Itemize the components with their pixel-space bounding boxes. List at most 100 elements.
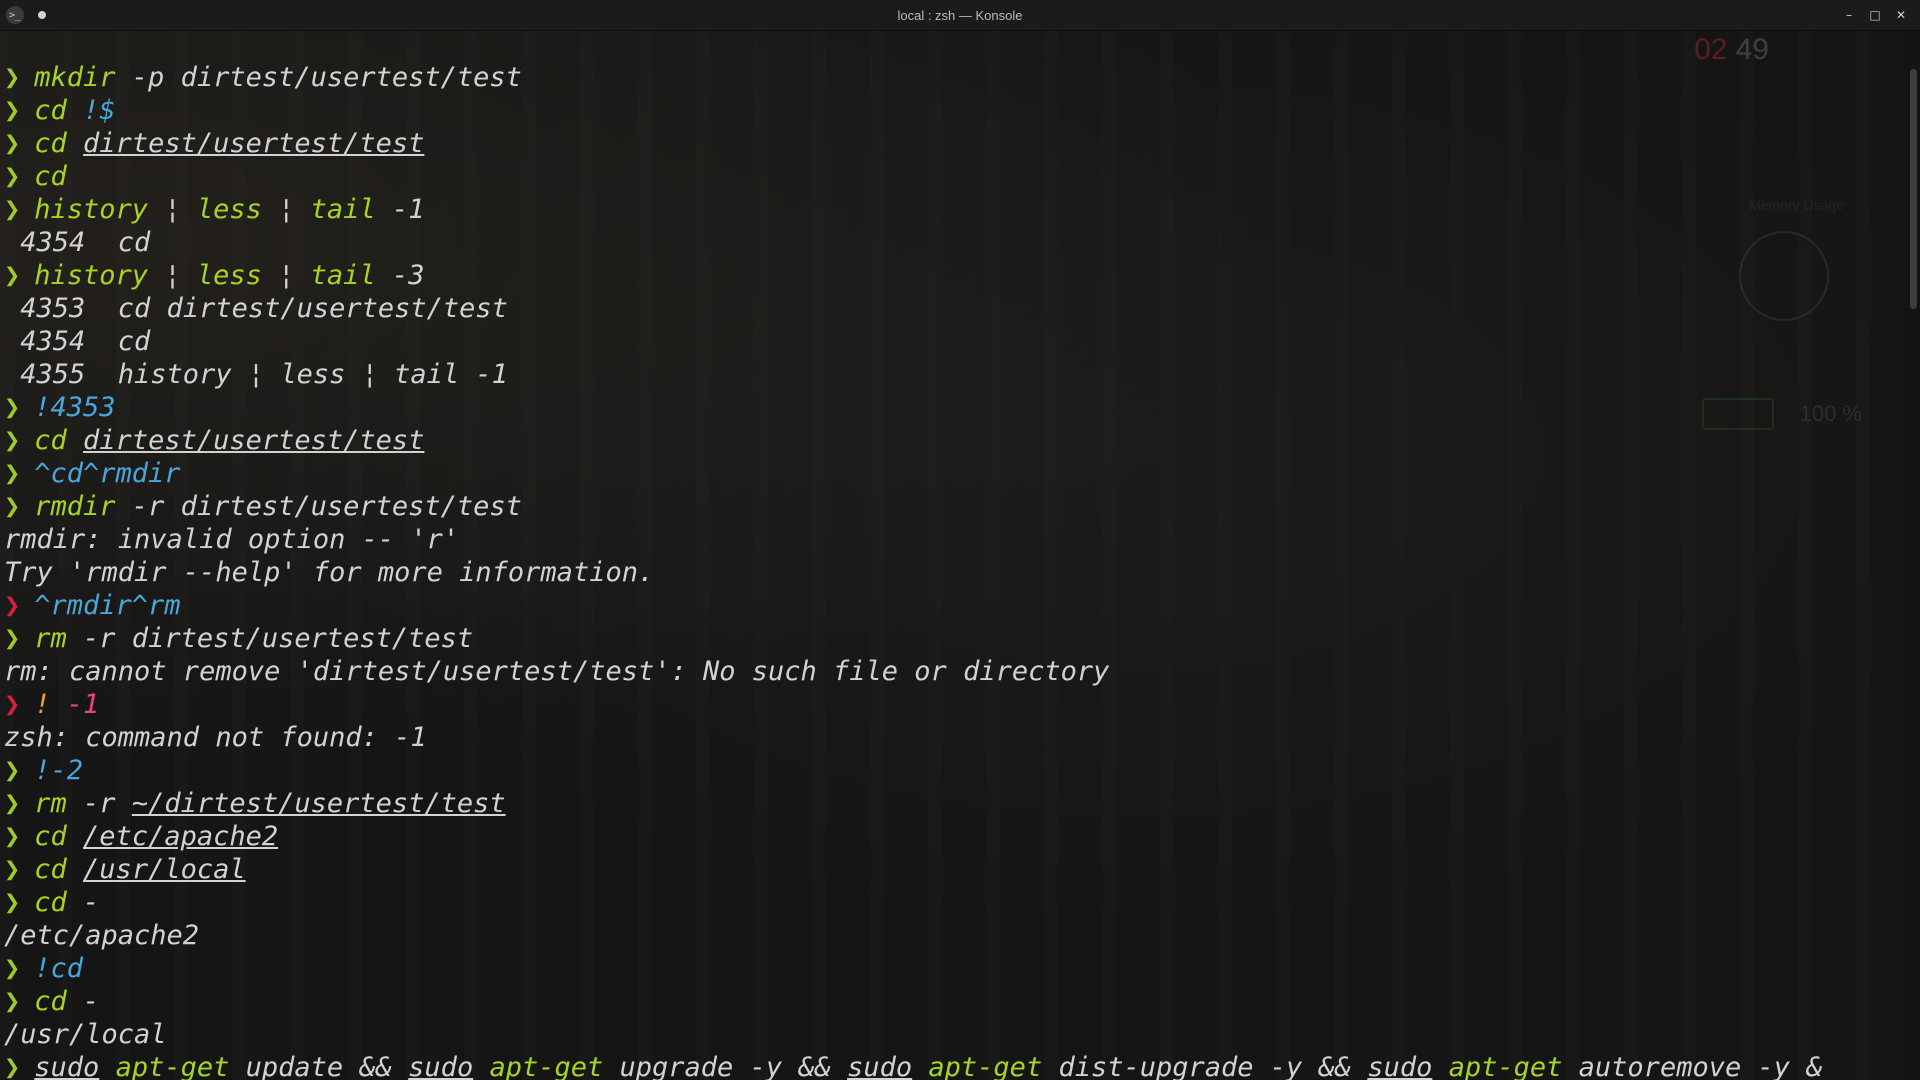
terminal-line: ❯ ^rmdir^rm [4,589,1823,622]
prompt-symbol: ❯ [4,854,21,885]
scrollbar[interactable] [1904,31,1920,1080]
terminal-line: ❯ rm -r dirtest/usertest/test [4,622,1823,655]
command-token: - [66,986,100,1017]
terminal-line: ❯ history ¦ less ¦ tail -1 [4,193,1823,226]
terminal-line: zsh: command not found: -1 [4,721,1823,754]
prompt-symbol: ❯ [4,95,21,126]
command-token: cd [34,161,67,192]
command-token: cd [34,821,84,852]
command-token: -r dirtest/usertest/test [115,491,522,522]
command-token: history [34,260,149,291]
command-token: -r dirtest/usertest/test [66,623,474,654]
terminal-line: ❯ !cd [4,952,1823,985]
command-token: less [196,194,262,225]
terminal-line: ❯ ^cd^rmdir [4,457,1823,490]
command-token: ¦ [148,194,197,225]
terminal-line: ❯ mkdir -p dirtest/usertest/test [4,61,1823,94]
terminal-view[interactable]: 02 49 Memory Usage 100 % ❯ mkdir -p dirtes… [0,31,1904,1080]
prompt-symbol: ❯ [4,986,21,1017]
command-token: apt-get [928,1052,1043,1080]
window-controls: – □ ✕ [1836,0,1914,30]
minimize-button[interactable]: – [1836,2,1862,28]
close-button[interactable]: ✕ [1888,2,1914,28]
prompt-symbol: ❯ [4,755,21,786]
command-token: mkdir [34,62,116,93]
command-token: cd [34,986,67,1017]
command-token: dirtest/usertest/test [83,425,425,456]
command-token: /usr/local [83,854,246,885]
command-token: rm [34,623,67,654]
terminal-line: ❯ history ¦ less ¦ tail -3 [4,259,1823,292]
terminal-line: ❯ cd /etc/apache2 [4,820,1823,853]
command-token: -r [66,788,132,819]
output-text: rmdir: invalid option -- 'r' [4,524,460,555]
command-token: upgrade -y && [603,1052,848,1080]
maximize-button[interactable]: □ [1862,2,1888,28]
command-token: -3 [375,260,425,291]
window-title: local : zsh — Konsole [897,7,1023,23]
terminal-line: ❯ rmdir -r dirtest/usertest/test [4,490,1823,523]
terminal-line: ❯ cd - [4,886,1823,919]
output-text: rm: cannot remove 'dirtest/usertest/test… [4,656,1110,687]
output-text: 4354 cd [4,326,151,357]
command-token: sudo [34,1052,100,1080]
output-text: 4355 history ¦ less ¦ tail -1 [4,359,508,390]
command-token: ¦ [148,260,197,291]
terminal-line: Try 'rmdir --help' for more information. [4,556,1823,589]
command-token: -1 [375,194,425,225]
command-token: !cd [34,953,84,984]
command-token: apt-get [1448,1052,1563,1080]
prompt-symbol: ❯ [4,425,21,456]
command-token: -1 [50,689,100,720]
command-token: apt-get [115,1052,230,1080]
command-token: - [66,887,100,918]
command-token: dist-upgrade -y && [1042,1052,1368,1080]
terminal-line: ❯ cd - [4,985,1823,1018]
output-text: 4354 cd [4,227,151,258]
terminal-line: rm: cannot remove 'dirtest/usertest/test… [4,655,1823,688]
command-token: !-2 [34,755,84,786]
prompt-symbol: ❯ [4,458,21,489]
output-text: /etc/apache2 [4,920,200,951]
command-token [473,1052,489,1080]
prompt-symbol: ❯ [4,62,21,93]
command-token: -p dirtest/usertest/test [115,62,522,93]
command-token: ¦ [261,194,311,225]
prompt-symbol: ❯ [4,623,21,654]
prompt-symbol: ❯ [4,821,21,852]
command-token: /etc/apache2 [83,821,279,852]
command-token: less [196,260,262,291]
command-token: ¦ [261,260,311,291]
command-token [912,1052,928,1080]
title-bar[interactable]: >_ local : zsh — Konsole – □ ✕ [0,0,1920,31]
command-token: sudo [1367,1052,1433,1080]
command-token: apt-get [489,1052,604,1080]
command-token: cd [34,887,67,918]
konsole-icon[interactable]: >_ [6,6,24,24]
terminal-line: ❯ cd !$ [4,94,1823,127]
prompt-symbol: ❯ [4,887,21,918]
prompt-symbol: ❯ [4,491,21,522]
terminal-line: rmdir: invalid option -- 'r' [4,523,1823,556]
prompt-symbol: ❯ [4,590,21,621]
terminal-line: ❯! -1 [4,688,1823,721]
command-token: ^cd^rmdir [34,458,181,489]
command-token: update && [229,1052,409,1080]
terminal-line: ❯ cd [4,160,1823,193]
terminal-line: ❯ !-2 [4,754,1823,787]
terminal-line: 4354 cd [4,325,1823,358]
terminal-line: /usr/local [4,1018,1823,1051]
prompt-symbol: ❯ [4,161,21,192]
output-text: 4353 cd dirtest/usertest/test [4,293,508,324]
prompt-symbol: ❯ [4,689,21,720]
keep-above-dot-icon[interactable] [38,11,46,19]
prompt-symbol: ❯ [4,194,21,225]
prompt-symbol: ❯ [4,128,21,159]
command-token: ^rmdir^rm [34,590,181,621]
scrollbar-thumb[interactable] [1910,69,1917,309]
command-token: ~/dirtest/usertest/test [131,788,506,819]
terminal-line: ❯ cd dirtest/usertest/test [4,127,1823,160]
command-token: !4353 [34,392,116,423]
command-token: cd [34,128,84,159]
terminal-output: ❯ mkdir -p dirtest/usertest/test ❯ cd !$ ❯ cd… [4,61,1823,1080]
